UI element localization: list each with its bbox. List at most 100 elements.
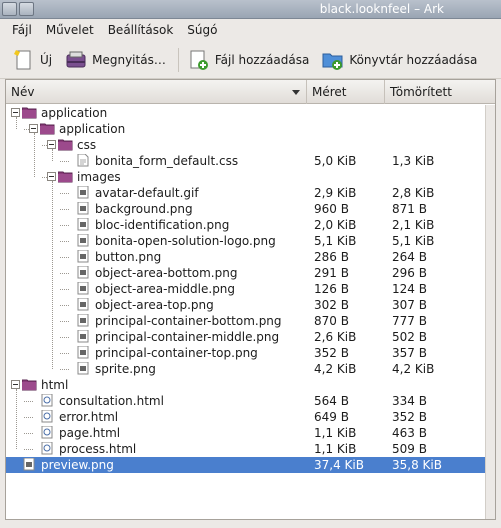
entry-compressed-size: 1,3 KiB — [392, 154, 435, 168]
menu-file[interactable]: Fájl — [5, 23, 39, 37]
entry-compressed-size: 357 B — [392, 346, 427, 360]
entry-size: 352 B — [314, 346, 349, 360]
menu-help[interactable]: Súgó — [180, 23, 224, 37]
entry-size: 37,4 KiB — [314, 458, 364, 472]
entry-name: principal-container-top.png — [95, 346, 258, 360]
tree-connector — [60, 225, 69, 226]
add-directory-button[interactable]: Könyvtár hozzáadása — [317, 45, 485, 75]
title-bar: black.looknfeel – Ark — [0, 0, 501, 19]
entry-name: bloc-identification.png — [95, 218, 230, 232]
image-file-icon — [76, 329, 91, 343]
tree-file-row[interactable]: page.html 1,1 KiB 463 B — [6, 425, 495, 441]
tree-file-row[interactable]: object-area-bottom.png 291 B 296 B — [6, 265, 495, 281]
entry-compressed-size: 352 B — [392, 410, 427, 424]
image-file-icon — [76, 201, 91, 215]
archive-tree-view[interactable]: Név Méret Tömörített application applicat… — [5, 79, 496, 520]
entry-name: sprite.png — [95, 362, 156, 376]
entry-name: css — [77, 138, 97, 152]
entry-name: consultation.html — [59, 394, 164, 408]
tree-file-row[interactable]: principal-container-bottom.png 870 B 777 B — [6, 313, 495, 329]
status-bar — [0, 520, 501, 528]
tree-file-row[interactable]: principal-container-middle.png 2,6 KiB 502… — [6, 329, 495, 345]
tree-connector — [60, 353, 69, 354]
toolbar: Új Megnyitás… Fájl hozzáadása Könyvtár h… — [0, 41, 501, 79]
html-file-icon — [40, 441, 55, 455]
column-name[interactable]: Név — [6, 80, 307, 104]
tree-file-row[interactable]: button.png 286 B 264 B — [6, 249, 495, 265]
add-file-button[interactable]: Fájl hozzáadása — [183, 45, 317, 75]
entry-name: images — [77, 170, 121, 184]
image-file-icon — [76, 297, 91, 311]
column-size[interactable]: Méret — [307, 80, 385, 104]
image-file-icon — [76, 217, 91, 231]
entry-name: object-area-middle.png — [95, 282, 236, 296]
tree-folder-row[interactable]: application — [6, 105, 495, 121]
collapse-toggle-icon[interactable] — [11, 380, 20, 389]
tree-folder-row[interactable]: html — [6, 377, 495, 393]
tree-file-row[interactable]: bonita_form_default.css 5,0 KiB 1,3 KiB — [6, 153, 495, 169]
entry-size: 1,1 KiB — [314, 426, 357, 440]
entry-size: 649 B — [314, 410, 349, 424]
tree-file-row[interactable]: object-area-middle.png 126 B 124 B — [6, 281, 495, 297]
tree-file-row[interactable]: sprite.png 4,2 KiB 4,2 KiB — [6, 361, 495, 377]
entry-name: principal-container-bottom.png — [95, 314, 282, 328]
add-directory-button-label: Könyvtár hozzáadása — [349, 52, 478, 67]
new-button[interactable]: Új — [8, 45, 60, 75]
entry-size: 302 B — [314, 298, 349, 312]
entry-name: principal-container-middle.png — [95, 330, 280, 344]
text-file-icon — [76, 153, 91, 167]
tree-file-row[interactable]: process.html 1,1 KiB 509 B — [6, 441, 495, 457]
tree-file-row[interactable]: object-area-top.png 302 B 307 B — [6, 297, 495, 313]
entry-compressed-size: 296 B — [392, 266, 427, 280]
menu-settings[interactable]: Beállítások — [101, 23, 181, 37]
html-file-icon — [40, 393, 55, 407]
tree-connector — [24, 433, 33, 434]
tree-connector — [60, 193, 69, 194]
entry-name: avatar-default.gif — [95, 186, 199, 200]
collapse-toggle-icon[interactable] — [29, 124, 38, 133]
add-file-button-label: Fájl hozzáadása — [214, 52, 310, 67]
tree-file-row[interactable]: background.png 960 B 871 B — [6, 201, 495, 217]
entry-name: object-area-bottom.png — [95, 266, 238, 280]
add-file-icon — [188, 49, 210, 71]
tree-file-row[interactable]: consultation.html 564 B 334 B — [6, 393, 495, 409]
menu-action[interactable]: Művelet — [39, 23, 101, 37]
tree-folder-row[interactable]: images — [6, 169, 495, 185]
tree-file-row[interactable]: bloc-identification.png 2,0 KiB 2,1 KiB — [6, 217, 495, 233]
vertical-scrollbar[interactable] — [485, 105, 495, 519]
entry-name: bonita_form_default.css — [95, 154, 239, 168]
entry-name: background.png — [95, 202, 193, 216]
tree-guide-line — [52, 149, 53, 161]
entry-compressed-size: 502 B — [392, 330, 427, 344]
column-header: Név Méret Tömörített — [6, 80, 495, 104]
collapse-toggle-icon[interactable] — [47, 140, 56, 149]
open-button[interactable]: Megnyitás… — [60, 45, 174, 75]
tree-file-row[interactable]: bonita-open-solution-logo.png 5,1 KiB 5,1 … — [6, 233, 495, 249]
tree-connector — [60, 337, 69, 338]
collapse-toggle-icon[interactable] — [47, 172, 56, 181]
entry-name: object-area-top.png — [95, 298, 214, 312]
tree-file-row[interactable]: principal-container-top.png 352 B 357 B — [6, 345, 495, 361]
tree-connector — [60, 161, 69, 162]
tree-folder-row[interactable]: application — [6, 121, 495, 137]
image-file-icon — [76, 313, 91, 327]
image-file-icon — [76, 185, 91, 199]
tree-guide-line — [52, 181, 53, 369]
entry-size: 4,2 KiB — [314, 362, 357, 376]
tree-folder-row[interactable]: css — [6, 137, 495, 153]
entry-compressed-size: 5,1 KiB — [392, 234, 435, 248]
tree-file-row[interactable]: error.html 649 B 352 B — [6, 409, 495, 425]
entry-size: 1,1 KiB — [314, 442, 357, 456]
entry-compressed-size: 35,8 KiB — [392, 458, 442, 472]
entry-name: button.png — [95, 250, 162, 264]
collapse-toggle-icon[interactable] — [11, 108, 20, 117]
entry-name: page.html — [59, 426, 121, 440]
tree-connector — [60, 289, 69, 290]
tree-file-row[interactable]: avatar-default.gif 2,9 KiB 2,8 KiB — [6, 185, 495, 201]
entry-size: 2,6 KiB — [314, 330, 357, 344]
entry-compressed-size: 334 B — [392, 394, 427, 408]
column-compressed[interactable]: Tömörített — [385, 80, 495, 104]
tree-file-row[interactable]: preview.png 37,4 KiB 35,8 KiB — [6, 457, 495, 473]
entry-compressed-size: 307 B — [392, 298, 427, 312]
entry-name: application — [59, 122, 126, 136]
